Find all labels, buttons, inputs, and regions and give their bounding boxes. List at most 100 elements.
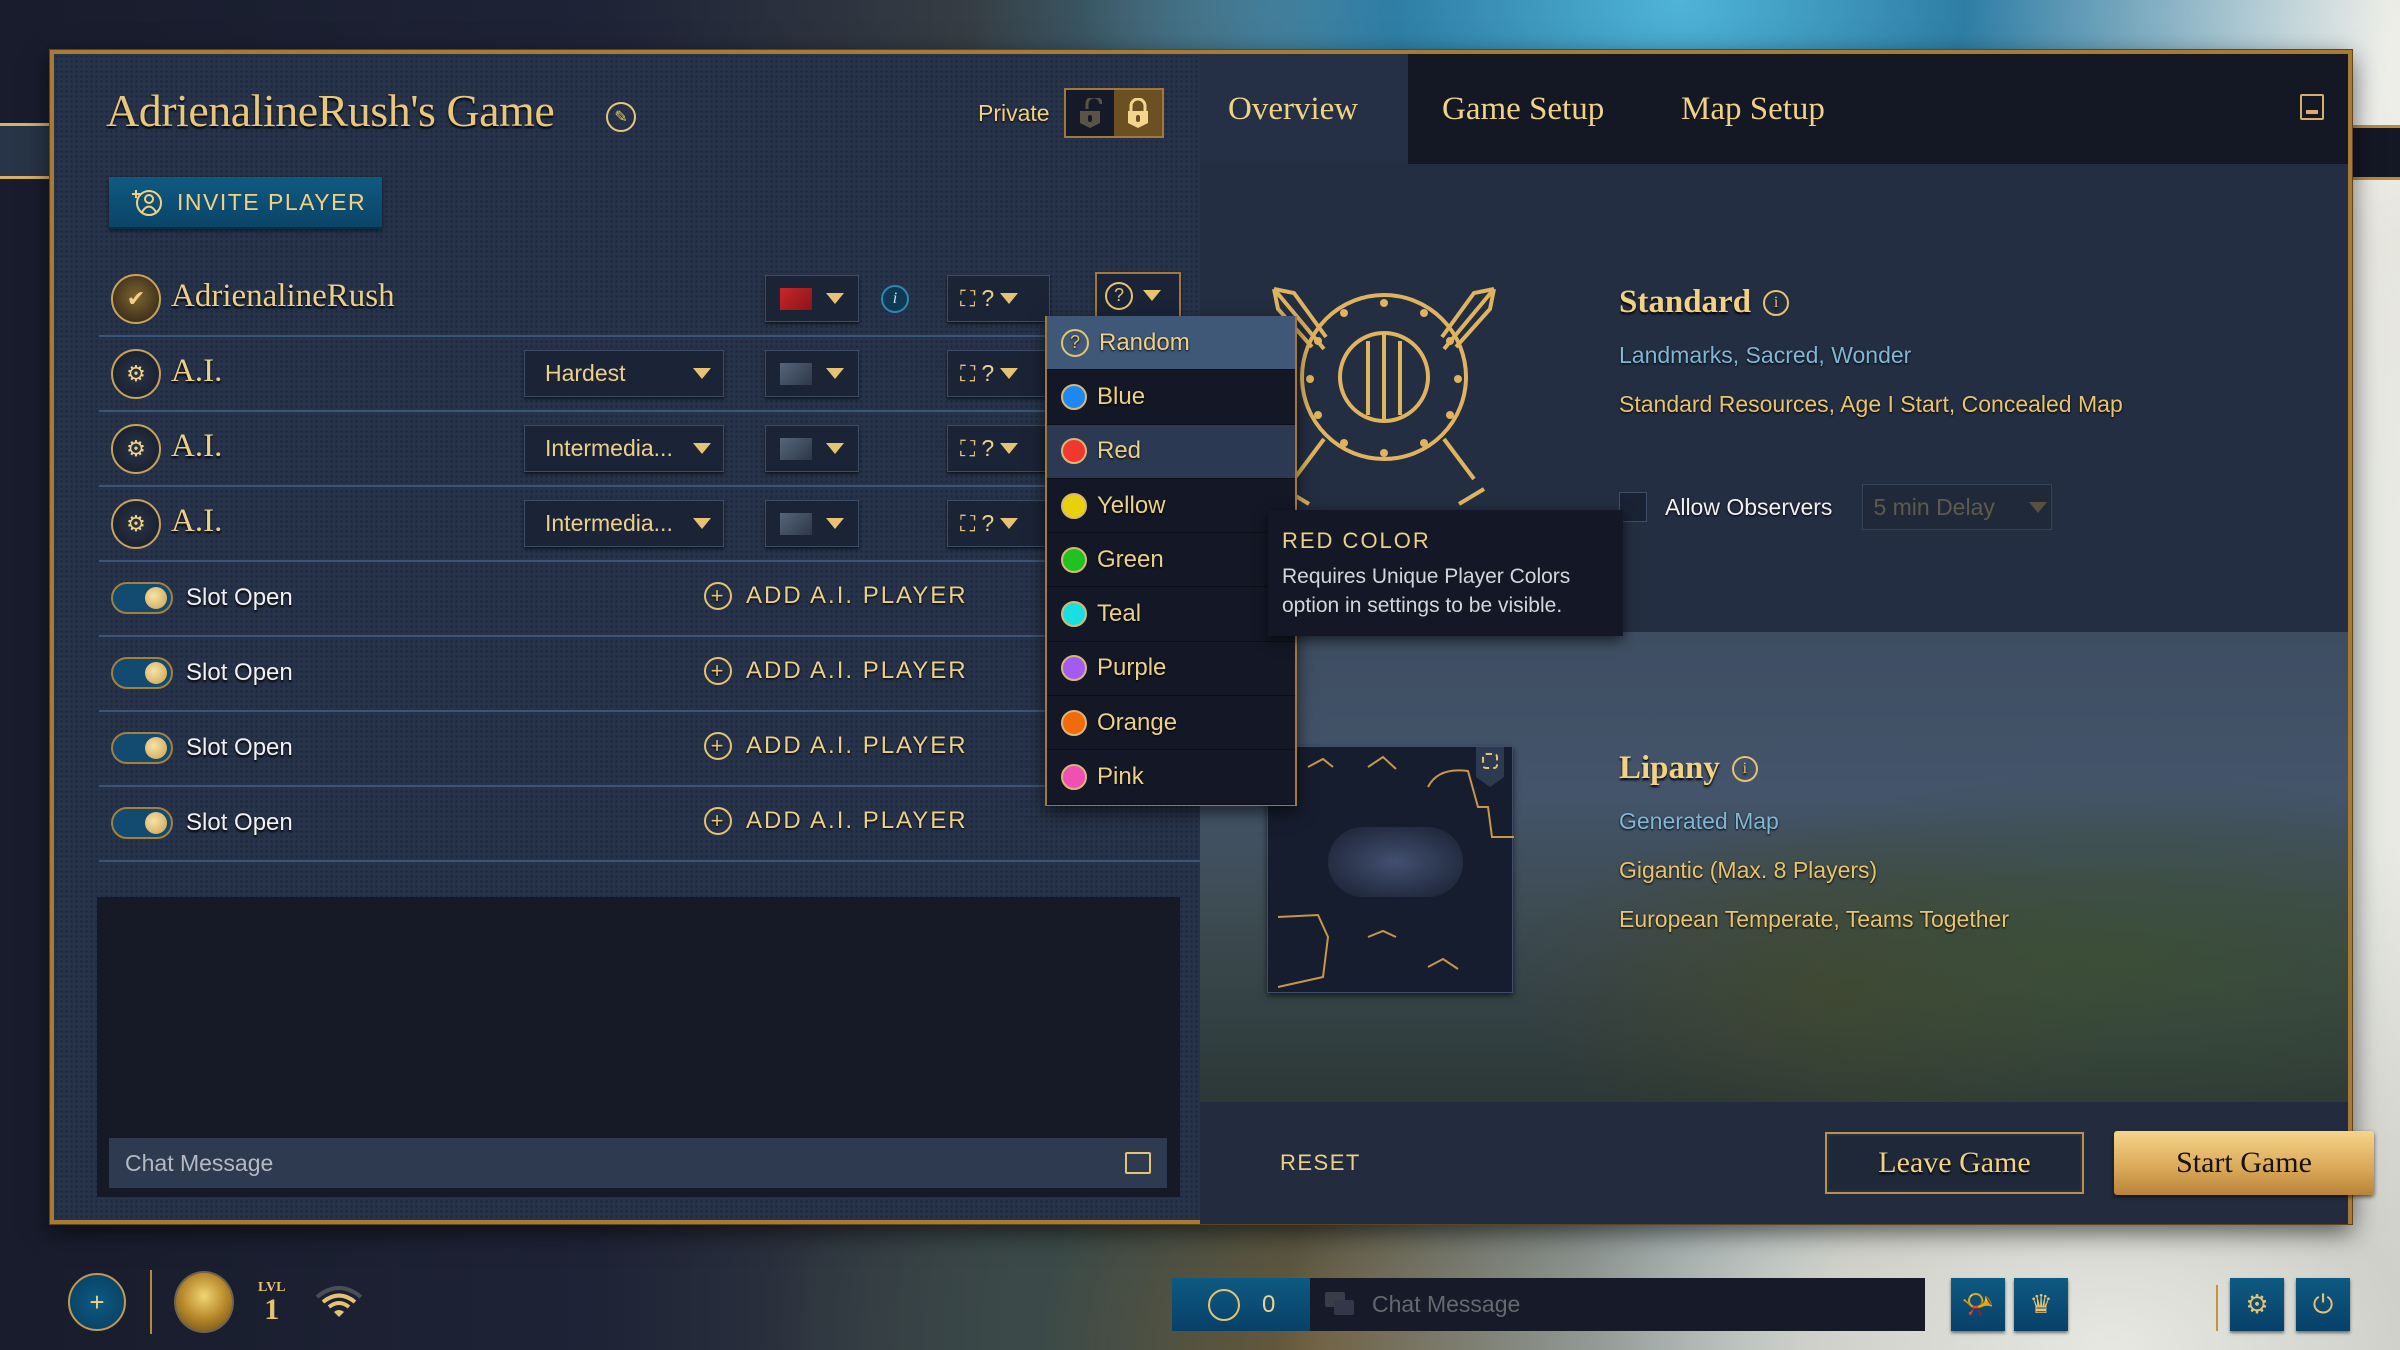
player-slots: ✔ AdrienalineRush i ⛶ ? ? ⚙ A.I. Hardest… <box>99 262 1209 862</box>
global-chat-input[interactable] <box>1372 1291 1925 1318</box>
color-option-purple[interactable]: Purple <box>1047 642 1295 697</box>
chevron-down-icon <box>1143 290 1161 301</box>
color-dropdown-menu: ? Random Blue Red Yellow Green Teal Purp… <box>1045 316 1297 806</box>
civilization-dropdown[interactable] <box>765 500 859 547</box>
chevron-down-icon <box>693 443 711 454</box>
chat-bubble-icon[interactable] <box>1125 1152 1151 1174</box>
leaderboard-button[interactable]: ♛ <box>2014 1278 2068 1331</box>
team-icon: ⛶ <box>960 285 976 311</box>
add-ai-player-button[interactable]: + ADD A.I. PLAYER <box>704 582 968 610</box>
slot-open-toggle[interactable] <box>111 657 173 689</box>
slot-open-toggle[interactable] <box>111 582 173 614</box>
plus-circle-icon: + <box>704 807 732 835</box>
unlock-option[interactable] <box>1066 90 1114 136</box>
color-option-pink[interactable]: Pink <box>1047 750 1295 805</box>
red-swatch-icon <box>1061 438 1087 465</box>
map-size: Gigantic (Max. 8 Players) <box>1619 857 1878 883</box>
ai-player-row: ⚙ A.I. Intermedia... ⛶ ? <box>99 412 1209 487</box>
civilization-dropdown[interactable] <box>765 350 859 397</box>
player-name: AdrienalineRush <box>171 278 395 314</box>
tab-overview[interactable]: Overview <box>1200 54 1408 164</box>
chevron-down-icon <box>1000 293 1019 304</box>
ai-player-name: A.I. <box>171 428 223 464</box>
color-option-blue[interactable]: Blue <box>1047 370 1295 425</box>
chevron-down-icon <box>826 368 844 379</box>
allow-observers-checkbox[interactable] <box>1619 492 1647 522</box>
slot-open-label: Slot Open <box>186 584 293 611</box>
reset-button[interactable]: RESET <box>1280 1150 1361 1176</box>
color-option-red[interactable]: Red <box>1047 424 1295 479</box>
ai-avatar-gears-icon: ⚙ <box>111 424 161 474</box>
map-details: European Temperate, Teams Together <box>1619 906 2009 932</box>
tab-map-setup[interactable]: Map Setup <box>1681 54 1825 164</box>
team-dropdown[interactable]: ⛶ ? <box>947 350 1050 397</box>
civ-info-icon[interactable]: i <box>881 285 909 313</box>
profile-medal-icon[interactable] <box>174 1271 234 1333</box>
power-icon: ⏻ <box>2312 1288 2334 1319</box>
map-info-icon[interactable]: i <box>1731 755 1758 782</box>
game-mode-shield-icon <box>1272 287 1496 506</box>
ai-player-name: A.I. <box>171 353 223 389</box>
color-tooltip: RED COLOR Requires Unique Player Colors … <box>1268 510 1623 636</box>
start-game-button[interactable]: Start Game <box>2114 1131 2374 1195</box>
leave-game-button[interactable]: Leave Game <box>1825 1132 2084 1194</box>
level-value: 1 <box>264 1293 280 1326</box>
color-option-label: Teal <box>1097 600 1142 628</box>
color-option-random[interactable]: ? Random <box>1047 316 1295 371</box>
observer-delay-dropdown[interactable]: 5 min Delay <box>1862 484 2053 530</box>
team-dropdown[interactable]: ⛶ ? <box>947 500 1050 547</box>
chat-message-input[interactable] <box>125 1149 1125 1177</box>
friends-button[interactable]: 0 <box>1172 1278 1310 1331</box>
invite-player-button[interactable]: INVITE PLAYER <box>109 177 382 229</box>
add-friend-button[interactable]: + <box>68 1273 126 1331</box>
chevron-down-icon <box>826 443 844 454</box>
announcements-button[interactable]: 📯 <box>1951 1278 2005 1331</box>
slot-open-toggle[interactable] <box>111 807 173 839</box>
minimize-icon[interactable] <box>2300 94 2324 120</box>
lock-option[interactable] <box>1114 90 1162 136</box>
add-ai-player-label: ADD A.I. PLAYER <box>746 807 968 834</box>
add-ai-player-button[interactable]: + ADD A.I. PLAYER <box>704 657 968 685</box>
difficulty-dropdown[interactable]: Intermedia... <box>524 500 724 547</box>
color-option-teal[interactable]: Teal <box>1047 587 1295 642</box>
edit-title-icon[interactable]: ✎ <box>606 102 636 132</box>
add-ai-player-button[interactable]: + ADD A.I. PLAYER <box>704 807 968 835</box>
tab-game-setup[interactable]: Game Setup <box>1442 54 1604 164</box>
color-option-green[interactable]: Green <box>1047 533 1295 588</box>
add-ai-player-button[interactable]: + ADD A.I. PLAYER <box>704 732 968 760</box>
color-option-label: Orange <box>1097 708 1178 736</box>
team-value: ? <box>981 360 995 386</box>
team-dropdown[interactable]: ⛶ ? <box>947 425 1050 472</box>
player-avatar: ✔ <box>111 274 161 324</box>
color-dropdown[interactable]: ? <box>1095 272 1181 319</box>
slot-open-label: Slot Open <box>186 809 293 836</box>
civilization-dropdown[interactable] <box>765 425 859 472</box>
add-ai-player-label: ADD A.I. PLAYER <box>746 582 968 609</box>
chat-input-box[interactable] <box>109 1138 1167 1188</box>
allow-observers-row: Allow Observers 5 min Delay <box>1619 484 2053 530</box>
difficulty-dropdown[interactable]: Intermedia... <box>524 425 724 472</box>
power-button[interactable]: ⏻ <box>2296 1278 2350 1331</box>
green-swatch-icon <box>1061 546 1087 573</box>
privacy-toggle[interactable] <box>1064 88 1164 138</box>
map-preview[interactable] <box>1267 746 1514 993</box>
color-option-label: Red <box>1097 437 1142 465</box>
settings-button[interactable]: ⚙ <box>2230 1278 2284 1331</box>
add-ai-player-label: ADD A.I. PLAYER <box>746 732 968 759</box>
global-chat-box[interactable] <box>1310 1278 1925 1331</box>
game-mode-info-icon[interactable]: i <box>1763 289 1790 316</box>
teal-swatch-icon <box>1061 601 1087 628</box>
map-title: Lipany i <box>1619 750 1758 787</box>
difficulty-dropdown[interactable]: Hardest <box>524 350 724 397</box>
overview-panel: Overview Game Setup Map Setup Standard i… <box>1200 54 2374 1224</box>
color-option-yellow[interactable]: Yellow <box>1047 479 1295 534</box>
color-option-label: Blue <box>1097 382 1146 410</box>
team-dropdown[interactable]: ⛶ ? <box>947 275 1050 322</box>
plus-circle-icon: + <box>704 582 732 610</box>
slot-open-toggle[interactable] <box>111 732 173 764</box>
civilization-dropdown[interactable] <box>765 275 859 322</box>
random-civ-icon <box>780 437 812 460</box>
taskbar-divider <box>2216 1285 2218 1331</box>
invite-player-label: INVITE PLAYER <box>177 188 367 215</box>
color-option-orange[interactable]: Orange <box>1047 696 1295 751</box>
